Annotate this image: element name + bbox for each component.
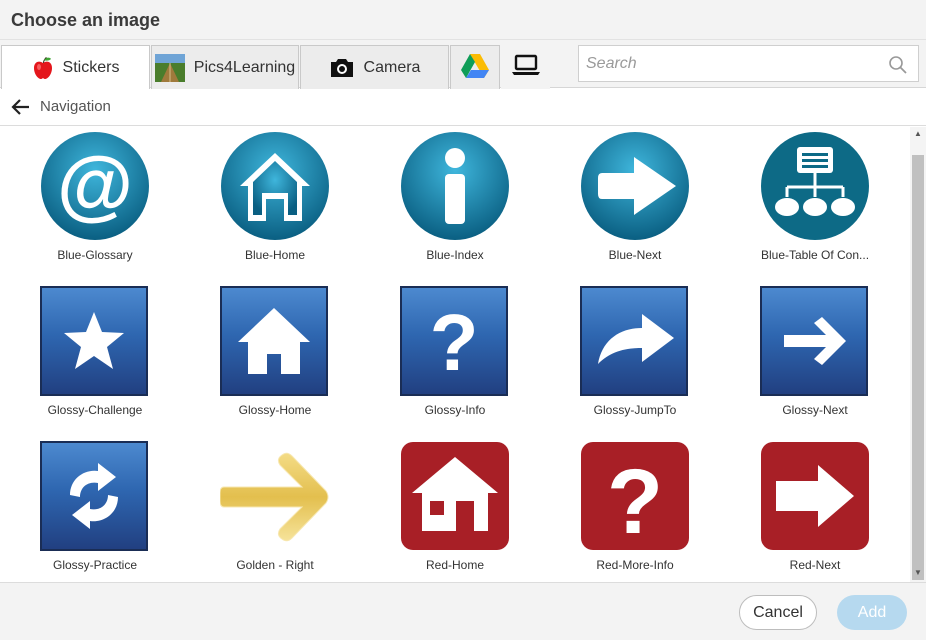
tile-label: Glossy-Next [782, 403, 848, 417]
svg-text:?: ? [430, 298, 479, 387]
image-tile[interactable]: Blue-Index [370, 127, 540, 277]
tab-camera[interactable]: Camera [300, 45, 449, 89]
add-button[interactable]: Add [837, 595, 907, 630]
dialog-header: Choose an image [0, 0, 926, 40]
search-input[interactable] [579, 46, 869, 81]
scroll-up-arrow-icon[interactable]: ▲ [913, 129, 923, 141]
tile-label: Glossy-Home [238, 403, 312, 417]
apple-icon [32, 56, 54, 80]
star-icon [40, 286, 150, 396]
google-drive-icon [461, 53, 489, 83]
tile-label: Red-Home [425, 558, 485, 572]
tile-label: Glossy-Practice [52, 558, 138, 572]
back-arrow-icon[interactable] [11, 97, 31, 122]
refresh-icon [40, 441, 150, 551]
image-tile[interactable]: Blue-Home [190, 127, 360, 277]
image-tile[interactable]: ? Glossy-Info [370, 282, 540, 432]
question-icon: ? [400, 286, 510, 396]
tab-label: Pics4Learning [193, 58, 296, 76]
search-box[interactable] [578, 45, 919, 82]
tab-stickers[interactable]: Stickers [1, 45, 150, 89]
tile-label: Glossy-JumpTo [593, 403, 677, 417]
image-tile[interactable]: Red-Home [370, 437, 540, 582]
tile-label: Golden - Right [236, 558, 314, 572]
tile-label: Blue-Table Of Con... [760, 248, 870, 262]
image-tile[interactable]: ? Red-More-Info [550, 437, 720, 582]
tile-label: Blue-Index [426, 248, 484, 262]
scrollbar[interactable]: ▲ ▼ [910, 127, 926, 582]
dialog-footer: Cancel Add [0, 582, 926, 640]
tile-label: Blue-Glossary [57, 248, 133, 262]
curved-arrow-icon [580, 286, 690, 396]
image-tile[interactable]: Glossy-Challenge [10, 282, 180, 432]
org-chart-icon [760, 131, 870, 241]
camera-icon [329, 57, 355, 79]
image-tile[interactable]: Golden - Right [190, 437, 360, 582]
arrow-right-icon [760, 441, 870, 551]
landscape-icon [154, 53, 185, 82]
question-icon: ? [580, 441, 690, 553]
image-tile[interactable]: Glossy-JumpTo [550, 282, 720, 432]
tile-label: Glossy-Info [424, 403, 486, 417]
tile-label: Blue-Next [608, 248, 662, 262]
tile-label: Red-Next [789, 558, 841, 572]
image-tile[interactable]: @ Blue-Glossary [10, 127, 180, 277]
tab-bar: Stickers Pics4Learning Camera [0, 40, 926, 89]
home-icon [220, 131, 330, 241]
laptop-icon [511, 54, 541, 81]
search-icon[interactable] [888, 55, 908, 80]
navigation-bar: Navigation [0, 89, 926, 126]
scroll-down-arrow-icon[interactable]: ▼ [913, 568, 923, 580]
image-tile[interactable]: Glossy-Next [730, 282, 900, 432]
svg-text:?: ? [607, 451, 663, 551]
svg-text:@: @ [57, 140, 133, 228]
image-tile[interactable]: Glossy-Home [190, 282, 360, 432]
tab-pics4learning[interactable]: Pics4Learning [151, 45, 299, 89]
image-grid: @ Blue-Glossary Blue-Home Blue-Index Blu… [0, 127, 910, 582]
info-icon [400, 131, 510, 241]
image-tile[interactable]: Red-Next [730, 437, 900, 582]
scrollbar-thumb[interactable] [912, 155, 924, 580]
image-tile[interactable]: Blue-Next [550, 127, 720, 277]
tab-label: Camera [363, 58, 421, 76]
arrow-right-icon [760, 286, 870, 396]
image-tile[interactable]: Glossy-Practice [10, 437, 180, 582]
home-icon [220, 286, 330, 396]
tile-label: Blue-Home [244, 248, 306, 262]
tab-label: Stickers [62, 58, 120, 76]
image-tile[interactable]: Blue-Table Of Con... [730, 127, 900, 277]
golden-arrow-icon [219, 441, 330, 551]
at-sign-icon: @ [40, 131, 150, 241]
dialog-title: Choose an image [11, 10, 161, 30]
home-icon [400, 441, 510, 551]
cancel-button[interactable]: Cancel [739, 595, 817, 630]
arrow-right-icon [580, 131, 690, 241]
tile-label: Glossy-Challenge [47, 403, 143, 417]
tab-local-computer[interactable] [501, 45, 550, 89]
folder-title: Navigation [40, 98, 111, 115]
tab-google-drive[interactable] [450, 45, 500, 89]
tile-label: Red-More-Info [596, 558, 674, 572]
